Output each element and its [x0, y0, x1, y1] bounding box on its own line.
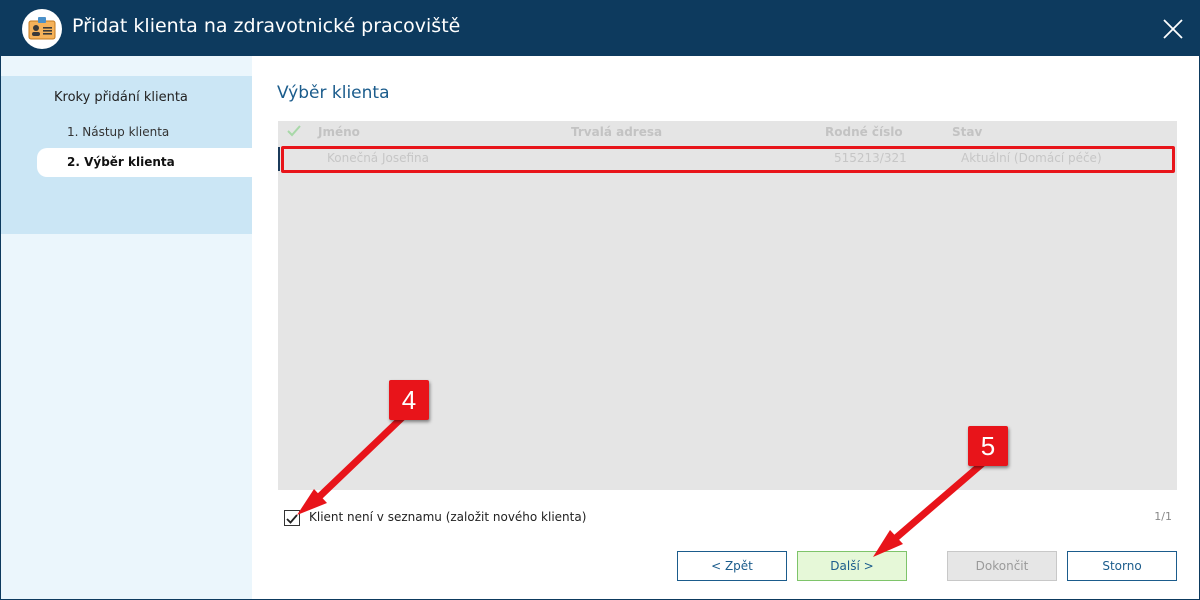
sidebar-step-nastup[interactable]: 1. Nástup klienta [67, 125, 169, 139]
next-button[interactable]: Další > [797, 551, 907, 581]
new-client-checkbox[interactable] [284, 510, 300, 526]
column-header-address[interactable]: Trvalá adresa [571, 125, 662, 139]
cell-name: Konečná Josefina [327, 151, 430, 165]
column-header-name[interactable]: Jméno [318, 125, 360, 139]
table-row[interactable]: Konečná Josefina 515213/321 Aktuální (Do… [278, 147, 1177, 171]
cancel-button[interactable]: Storno [1067, 551, 1177, 581]
window-title: Přidat klienta na zdravotnické pracovišt… [72, 15, 461, 37]
page-count: 1/1 [1154, 510, 1172, 523]
new-client-checkbox-label[interactable]: Klient není v seznamu (založit nového kl… [309, 510, 586, 524]
page-title: Výběr klienta [277, 83, 390, 103]
grid-header: Jméno Trvalá adresa Rodné číslo Stav [278, 121, 1177, 145]
close-icon[interactable] [1155, 11, 1191, 47]
cell-birth-number: 515213/321 [834, 151, 907, 165]
cell-status: Aktuální (Domácí péče) [961, 151, 1102, 165]
callout-5: 5 [968, 426, 1008, 466]
steps-sidebar: Kroky přidání klienta 1. Nástup klienta … [1, 56, 252, 599]
sidebar-step-vyber[interactable]: 2. Výběr klienta [67, 155, 175, 169]
back-button[interactable]: < Zpět [677, 551, 787, 581]
finish-button: Dokončit [947, 551, 1057, 581]
column-header-status[interactable]: Stav [952, 125, 982, 139]
client-card-icon [22, 9, 62, 49]
callout-4: 4 [389, 380, 429, 420]
sidebar-title: Kroky přidání klienta [54, 90, 188, 105]
column-header-birth-number[interactable]: Rodné číslo [825, 125, 903, 139]
checkmark-icon [286, 514, 298, 524]
client-grid: Jméno Trvalá adresa Rodné číslo Stav Kon… [278, 121, 1177, 490]
check-icon[interactable] [286, 123, 302, 142]
title-bar: Přidat klienta na zdravotnické pracovišt… [1, 1, 1199, 56]
dialog-window: Přidat klienta na zdravotnické pracovišt… [0, 0, 1200, 600]
